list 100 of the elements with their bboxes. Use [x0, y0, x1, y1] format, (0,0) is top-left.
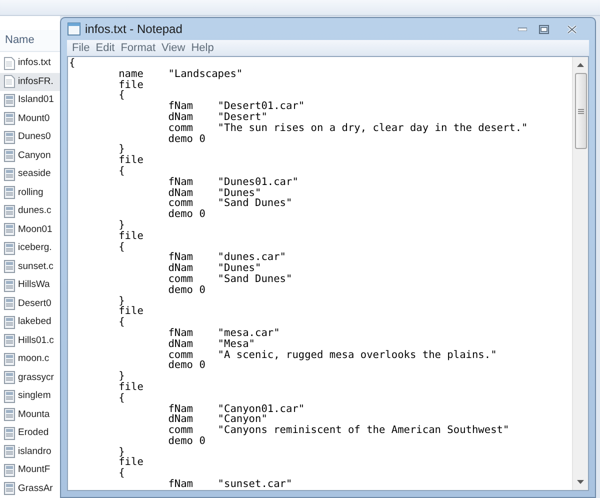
- text-line: fNam "Canyon01.car": [167, 404, 305, 414]
- text-line: demo 0: [167, 134, 206, 144]
- explorer-row[interactable]: islandro: [0, 442, 60, 461]
- text-line: fNam "Dunes01.car": [167, 176, 298, 188]
- explorer-row[interactable]: infosFR.: [0, 72, 60, 91]
- explorer-row[interactable]: Desert0: [0, 294, 60, 313]
- menu-item[interactable]: Help: [188, 40, 217, 56]
- document-icon: [4, 408, 15, 422]
- text-line: comm "Canyons reminiscent of the American Southwest": [167, 425, 510, 436]
- text-line: dNam "Canyon": [167, 414, 268, 426]
- explorer-row[interactable]: infos.txt: [0, 54, 60, 72]
- explorer-row[interactable]: lakebed: [0, 313, 60, 332]
- menu-item[interactable]: Format: [118, 40, 159, 56]
- explorer-row[interactable]: MountF: [0, 461, 60, 480]
- text-line: {: [118, 166, 125, 177]
- explorer-row[interactable]: rolling: [0, 184, 60, 202]
- explorer-row[interactable]: sunset.c: [0, 258, 60, 276]
- text-line: dNam "Mesa": [167, 338, 255, 350]
- document-icon: [4, 112, 15, 126]
- text-line: demo 0: [167, 284, 206, 296]
- scroll-down-icon[interactable]: [577, 480, 584, 484]
- text-line: demo 0: [167, 436, 206, 447]
- text-line: comm "A scenic, rugged mesa overlooks the plains.": [167, 350, 497, 360]
- document-icon: [4, 482, 15, 496]
- document-icon: [4, 149, 15, 162]
- document-icon: [4, 445, 15, 458]
- document-icon: [4, 352, 15, 366]
- text-line: comm "Sand Dunes": [167, 198, 292, 210]
- document-icon: [4, 186, 15, 200]
- scroll-up-icon[interactable]: [577, 63, 584, 67]
- document-icon: [4, 464, 15, 477]
- text-line: {: [69, 58, 76, 69]
- scroll-thumb[interactable]: [574, 73, 586, 149]
- text-line: fNam "dunes.car": [167, 252, 286, 264]
- explorer-row[interactable]: Mounta: [0, 406, 60, 424]
- explorer-row[interactable]: Moon01: [0, 220, 60, 239]
- explorer-row[interactable]: singlem: [0, 387, 60, 406]
- close-icon: [567, 24, 577, 34]
- document-icon: [4, 278, 15, 292]
- text-line: comm "The sun rises on a dry, clear day in the desert.": [167, 122, 528, 134]
- text-file-icon: [4, 56, 15, 70]
- text-line: file: [118, 230, 144, 242]
- text-line: fNam "sunset.car": [167, 479, 292, 490]
- column-header[interactable]: Name: [0, 30, 60, 52]
- document-icon: [4, 390, 15, 403]
- menu-item[interactable]: File: [69, 40, 93, 56]
- text-line: dNam "Dunes": [167, 263, 262, 274]
- text-line: }: [118, 220, 125, 231]
- explorer-row[interactable]: seaside: [0, 165, 60, 184]
- text-file-icon: [4, 75, 15, 88]
- text-line: dNam "Dunes": [167, 188, 262, 198]
- window-title: infos.txt - Notepad: [85, 21, 182, 38]
- text-line: dNam "Desert": [167, 112, 268, 123]
- grip-icon: [578, 108, 584, 114]
- text-line: file: [118, 382, 144, 393]
- explorer-row[interactable]: Dunes0: [0, 128, 60, 146]
- text-line: file: [118, 306, 144, 318]
- text-line: comm "Sand Dunes": [167, 274, 292, 285]
- text-line: demo 0: [167, 360, 206, 372]
- explorer-row[interactable]: dunes.c: [0, 202, 60, 220]
- document-icon: [4, 204, 15, 218]
- text-line: demo 0: [167, 209, 206, 220]
- text-line: {: [118, 317, 125, 328]
- text-line: }: [118, 371, 125, 382]
- explorer-row[interactable]: GrassAr: [0, 480, 60, 498]
- text-line: file: [118, 155, 144, 166]
- explorer-row[interactable]: iceberg.: [0, 239, 60, 258]
- document-icon: [4, 297, 15, 310]
- text-line: fNam "Desert01.car": [167, 101, 305, 112]
- document-icon: [4, 334, 15, 348]
- explorer-row[interactable]: HillsWa: [0, 276, 60, 294]
- minimize-icon: [518, 27, 526, 31]
- text-line: }: [118, 446, 125, 458]
- explorer-row[interactable]: Hills01.c: [0, 332, 60, 350]
- document-icon: [4, 316, 15, 329]
- explorer-row[interactable]: Mount0: [0, 110, 60, 128]
- explorer-row[interactable]: Eroded: [0, 424, 60, 442]
- explorer-row[interactable]: grassycr: [0, 368, 60, 387]
- text-line: {: [118, 90, 125, 102]
- menu-item[interactable]: Edit: [92, 40, 118, 56]
- document-icon: [4, 223, 15, 236]
- document-icon: [4, 371, 15, 384]
- text-line: {: [118, 242, 125, 252]
- vertical-scrollbar[interactable]: [572, 57, 588, 490]
- text-line: {: [118, 468, 125, 480]
- menu-item[interactable]: View: [158, 40, 188, 56]
- text-line: }: [118, 144, 125, 156]
- document-icon: [4, 426, 15, 440]
- document-icon: [4, 94, 15, 107]
- explorer-row[interactable]: Canyon: [0, 146, 60, 165]
- maximize-icon: [539, 24, 549, 34]
- text-line: {: [118, 392, 125, 404]
- document-icon: [4, 260, 15, 274]
- text-line: file: [118, 457, 144, 468]
- explorer-row[interactable]: Island01: [0, 91, 60, 110]
- notepad-icon: [67, 22, 81, 36]
- document-icon: [4, 242, 15, 255]
- explorer-row[interactable]: moon.c: [0, 350, 60, 368]
- text-line: name "Landscapes": [118, 68, 243, 80]
- text-line: fNam "mesa.car": [167, 328, 280, 339]
